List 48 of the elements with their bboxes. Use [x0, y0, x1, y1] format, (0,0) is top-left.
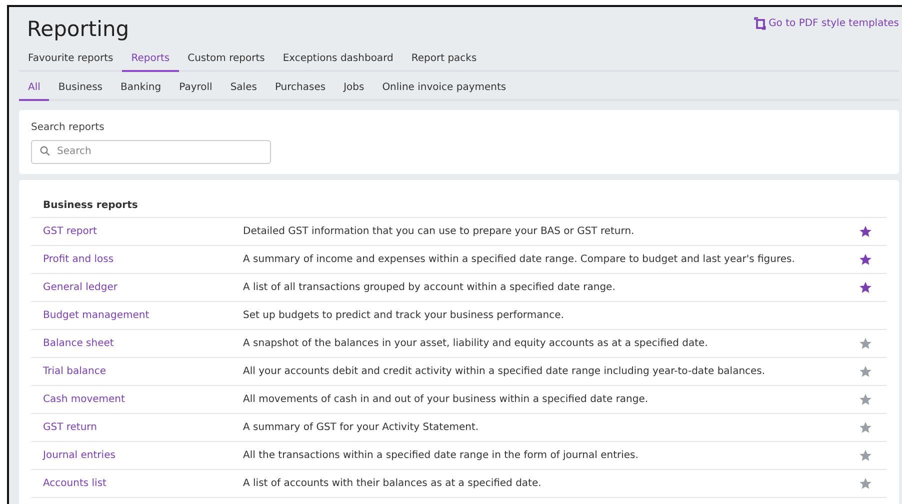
category-tab[interactable]: Purchases [266, 76, 335, 101]
report-link[interactable]: GST return [31, 422, 243, 433]
report-link[interactable]: Budget management [31, 310, 243, 321]
report-description: A list of accounts with their balances as at a specified date. [243, 478, 542, 489]
copy-icon [754, 17, 766, 30]
pdf-templates-link[interactable]: Go to PDF style templates [754, 17, 899, 30]
report-link[interactable]: GST report [31, 226, 243, 237]
report-link[interactable]: Cash movement [31, 394, 243, 405]
report-link[interactable]: Accounts list [31, 478, 243, 489]
star-icon[interactable] [858, 253, 872, 266]
star-icon[interactable] [858, 393, 872, 406]
report-description: A snapshot of the balances in your asset, liability and equity accounts as at a specified date. [243, 338, 709, 349]
star-icon[interactable] [858, 449, 872, 462]
star-icon[interactable] [858, 225, 872, 238]
category-tab[interactable]: Online invoice payments [373, 76, 516, 101]
report-link[interactable]: General ledger [31, 282, 243, 293]
star-icon[interactable] [858, 337, 872, 350]
report-description: All the transactions within a specified date range in the form of journal entries. [243, 450, 640, 461]
star-icon[interactable] [858, 365, 872, 378]
report-tab[interactable]: Report packs [402, 47, 486, 72]
report-link[interactable]: Trial balance [31, 366, 243, 377]
report-description: Detailed GST information that you can use to prepare your BAS or GST return. [243, 226, 636, 237]
page-title: Reporting [27, 17, 130, 41]
report-link[interactable]: Balance sheet [31, 338, 243, 349]
search-label: Search reports [31, 122, 106, 133]
report-tab[interactable]: Reports [122, 47, 179, 72]
report-description: A list of all transactions grouped by account within a specified date range. [243, 282, 616, 293]
report-description: All movements of cash in and out of your business within a specified date range. [243, 394, 650, 405]
report-description: Set up budgets to predict and track your business performance. [243, 310, 565, 321]
search-field[interactable]: Search [31, 140, 271, 164]
category-tab[interactable]: All [19, 76, 50, 101]
star-icon[interactable] [858, 421, 872, 434]
section-heading: Business reports [31, 200, 887, 218]
category-tab[interactable]: Jobs [334, 76, 374, 101]
report-tab[interactable]: Favourite reports [19, 47, 122, 72]
report-description: A summary of income and expenses within a specified date range. Compare to budget and last year's figures. [243, 254, 796, 265]
report-tab[interactable]: Exceptions dashboard [274, 47, 402, 72]
report-link[interactable]: Profit and loss [31, 254, 243, 265]
category-tab[interactable]: Payroll [170, 76, 222, 101]
star-icon[interactable] [858, 281, 872, 294]
report-description: A summary of GST for your Activity Statement. [243, 422, 480, 433]
category-tab[interactable]: Business [49, 76, 112, 101]
category-tab[interactable]: Banking [112, 76, 170, 101]
category-tab[interactable]: Sales [221, 76, 266, 101]
report-link[interactable]: Journal entries [31, 450, 243, 461]
report-tab[interactable]: Custom reports [178, 47, 274, 72]
report-description: All your accounts debit and credit activity within a specified date range including year-to-date balances. [243, 366, 766, 377]
star-icon[interactable] [858, 477, 872, 490]
